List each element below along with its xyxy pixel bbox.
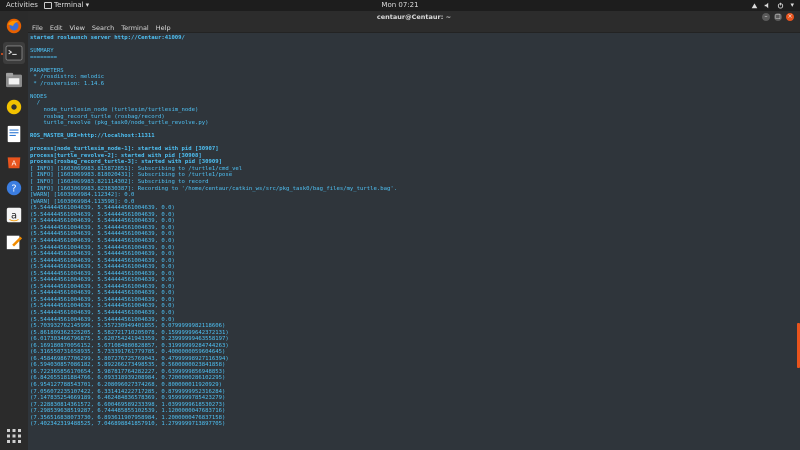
amazon-icon[interactable]: a	[3, 204, 25, 226]
window-title: centaur@Centaur: ~	[376, 13, 452, 21]
menu-terminal[interactable]: Terminal	[121, 23, 148, 32]
files-icon[interactable]	[3, 69, 25, 91]
software-icon[interactable]: A	[3, 150, 25, 172]
svg-text:A: A	[12, 159, 17, 168]
terminal-line: (7.402342319488525, 7.046898841857910, 1…	[30, 421, 226, 428]
active-indicator	[1, 53, 3, 55]
close-button[interactable]: ×	[786, 13, 794, 21]
terminal-icon[interactable]	[3, 42, 25, 64]
volume-icon	[765, 2, 769, 9]
scrollbar[interactable]	[796, 33, 800, 450]
help-icon[interactable]: ?	[3, 177, 25, 199]
menu-edit[interactable]: Edit	[50, 23, 63, 32]
firefox-icon[interactable]	[3, 15, 25, 37]
terminal-output[interactable]: started roslaunch server http://Centaur:…	[28, 33, 796, 450]
maximize-button[interactable]: □	[774, 13, 782, 21]
editor-icon[interactable]	[3, 231, 25, 253]
svg-text:?: ?	[11, 184, 16, 195]
system-tray[interactable]: ▾	[751, 0, 794, 11]
rhythmbox-icon[interactable]	[3, 96, 25, 118]
chevron-down-icon: ▾	[790, 1, 794, 9]
menu-file[interactable]: File	[32, 23, 43, 32]
menu-view[interactable]: View	[69, 23, 84, 32]
power-icon	[778, 2, 784, 9]
svg-text:a: a	[11, 211, 17, 222]
minimize-button[interactable]: –	[762, 13, 770, 21]
clock[interactable]: Mon 07:21	[0, 0, 800, 11]
menu-search[interactable]: Search	[92, 23, 114, 32]
menu-help[interactable]: Help	[156, 23, 171, 32]
show-apps-icon[interactable]	[3, 425, 25, 447]
top-bar: Activities Terminal ▾ Mon 07:21 ▾	[0, 0, 800, 11]
menu-bar: File Edit View Search Terminal Help	[28, 23, 800, 33]
writer-icon[interactable]	[3, 123, 25, 145]
dock: A ? a	[0, 11, 28, 450]
network-icon	[752, 3, 758, 9]
window-titlebar[interactable]: centaur@Centaur: ~ – □ ×	[28, 11, 800, 23]
